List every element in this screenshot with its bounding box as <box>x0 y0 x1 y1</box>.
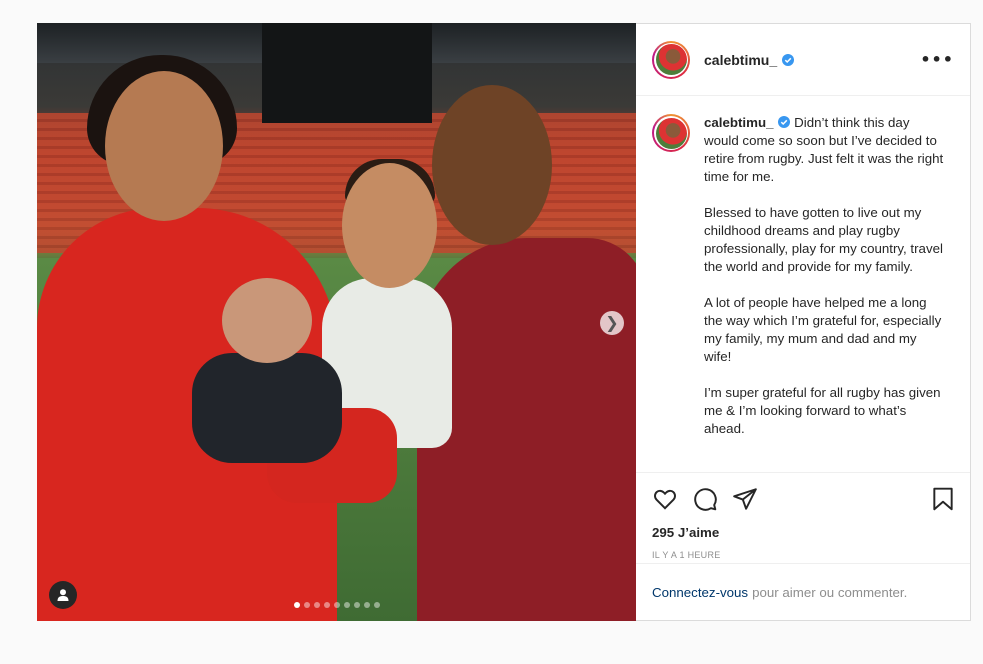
caption-paragraph-4: I’m super grateful for all rugby has giv… <box>704 385 941 436</box>
post-timestamp[interactable]: IL Y A 1 HEURE <box>636 540 970 560</box>
carousel-dot <box>333 602 340 608</box>
instagram-post: ❯ calebtimu_ ••• calebtimu_ Didn’t think… <box>37 23 971 621</box>
login-link[interactable]: Connectez-vous <box>652 585 748 600</box>
carousel-dot <box>293 602 300 608</box>
carousel-dot <box>343 602 350 608</box>
caption-paragraph-3: A lot of people have helped me a long th… <box>704 295 942 364</box>
carousel-dot <box>303 602 310 608</box>
caption: calebtimu_ Didn’t think this day would c… <box>704 114 944 472</box>
post-photo[interactable]: ❯ <box>37 23 636 621</box>
avatar[interactable] <box>652 40 690 79</box>
carousel-dot <box>373 602 380 608</box>
verified-badge-icon <box>782 53 795 66</box>
share-icon[interactable] <box>732 486 758 512</box>
heart-icon[interactable] <box>652 486 678 512</box>
carousel-indicator <box>293 602 380 608</box>
more-options-icon[interactable]: ••• <box>920 50 954 69</box>
caption-paragraph-2: Blessed to have gotten to live out my ch… <box>704 205 943 274</box>
post-sidebar: calebtimu_ ••• calebtimu_ Didn’t think t… <box>636 24 970 620</box>
woman-face <box>105 71 223 221</box>
stadium-screen <box>262 23 432 123</box>
baby-outfit <box>192 353 342 463</box>
man-face <box>432 85 552 245</box>
carousel-dot <box>323 602 330 608</box>
chevron-right-icon: ❯ <box>605 313 619 332</box>
post-header: calebtimu_ ••• <box>636 24 970 96</box>
login-prompt: Connectez-vous pour aimer ou commenter. <box>636 563 970 620</box>
like-count[interactable]: 295 J’aime <box>636 515 970 540</box>
action-bar <box>636 473 970 515</box>
user-icon <box>57 589 69 601</box>
bookmark-icon[interactable] <box>930 486 956 512</box>
next-photo-button[interactable]: ❯ <box>600 311 624 335</box>
carousel-dot <box>363 602 370 608</box>
carousel-dot <box>313 602 320 608</box>
author-username[interactable]: calebtimu_ <box>704 52 795 68</box>
verified-badge-icon <box>778 116 791 128</box>
caption-area: calebtimu_ Didn’t think this day would c… <box>636 96 970 473</box>
tagged-users-button[interactable] <box>49 581 77 609</box>
login-prompt-text: pour aimer ou commenter. <box>752 584 908 600</box>
carousel-dot <box>353 602 360 608</box>
caption-username[interactable]: calebtimu_ <box>704 115 791 130</box>
baby-face <box>222 278 312 363</box>
toddler-face <box>342 163 437 288</box>
caption-avatar[interactable] <box>652 114 690 152</box>
comment-icon[interactable] <box>692 486 718 512</box>
